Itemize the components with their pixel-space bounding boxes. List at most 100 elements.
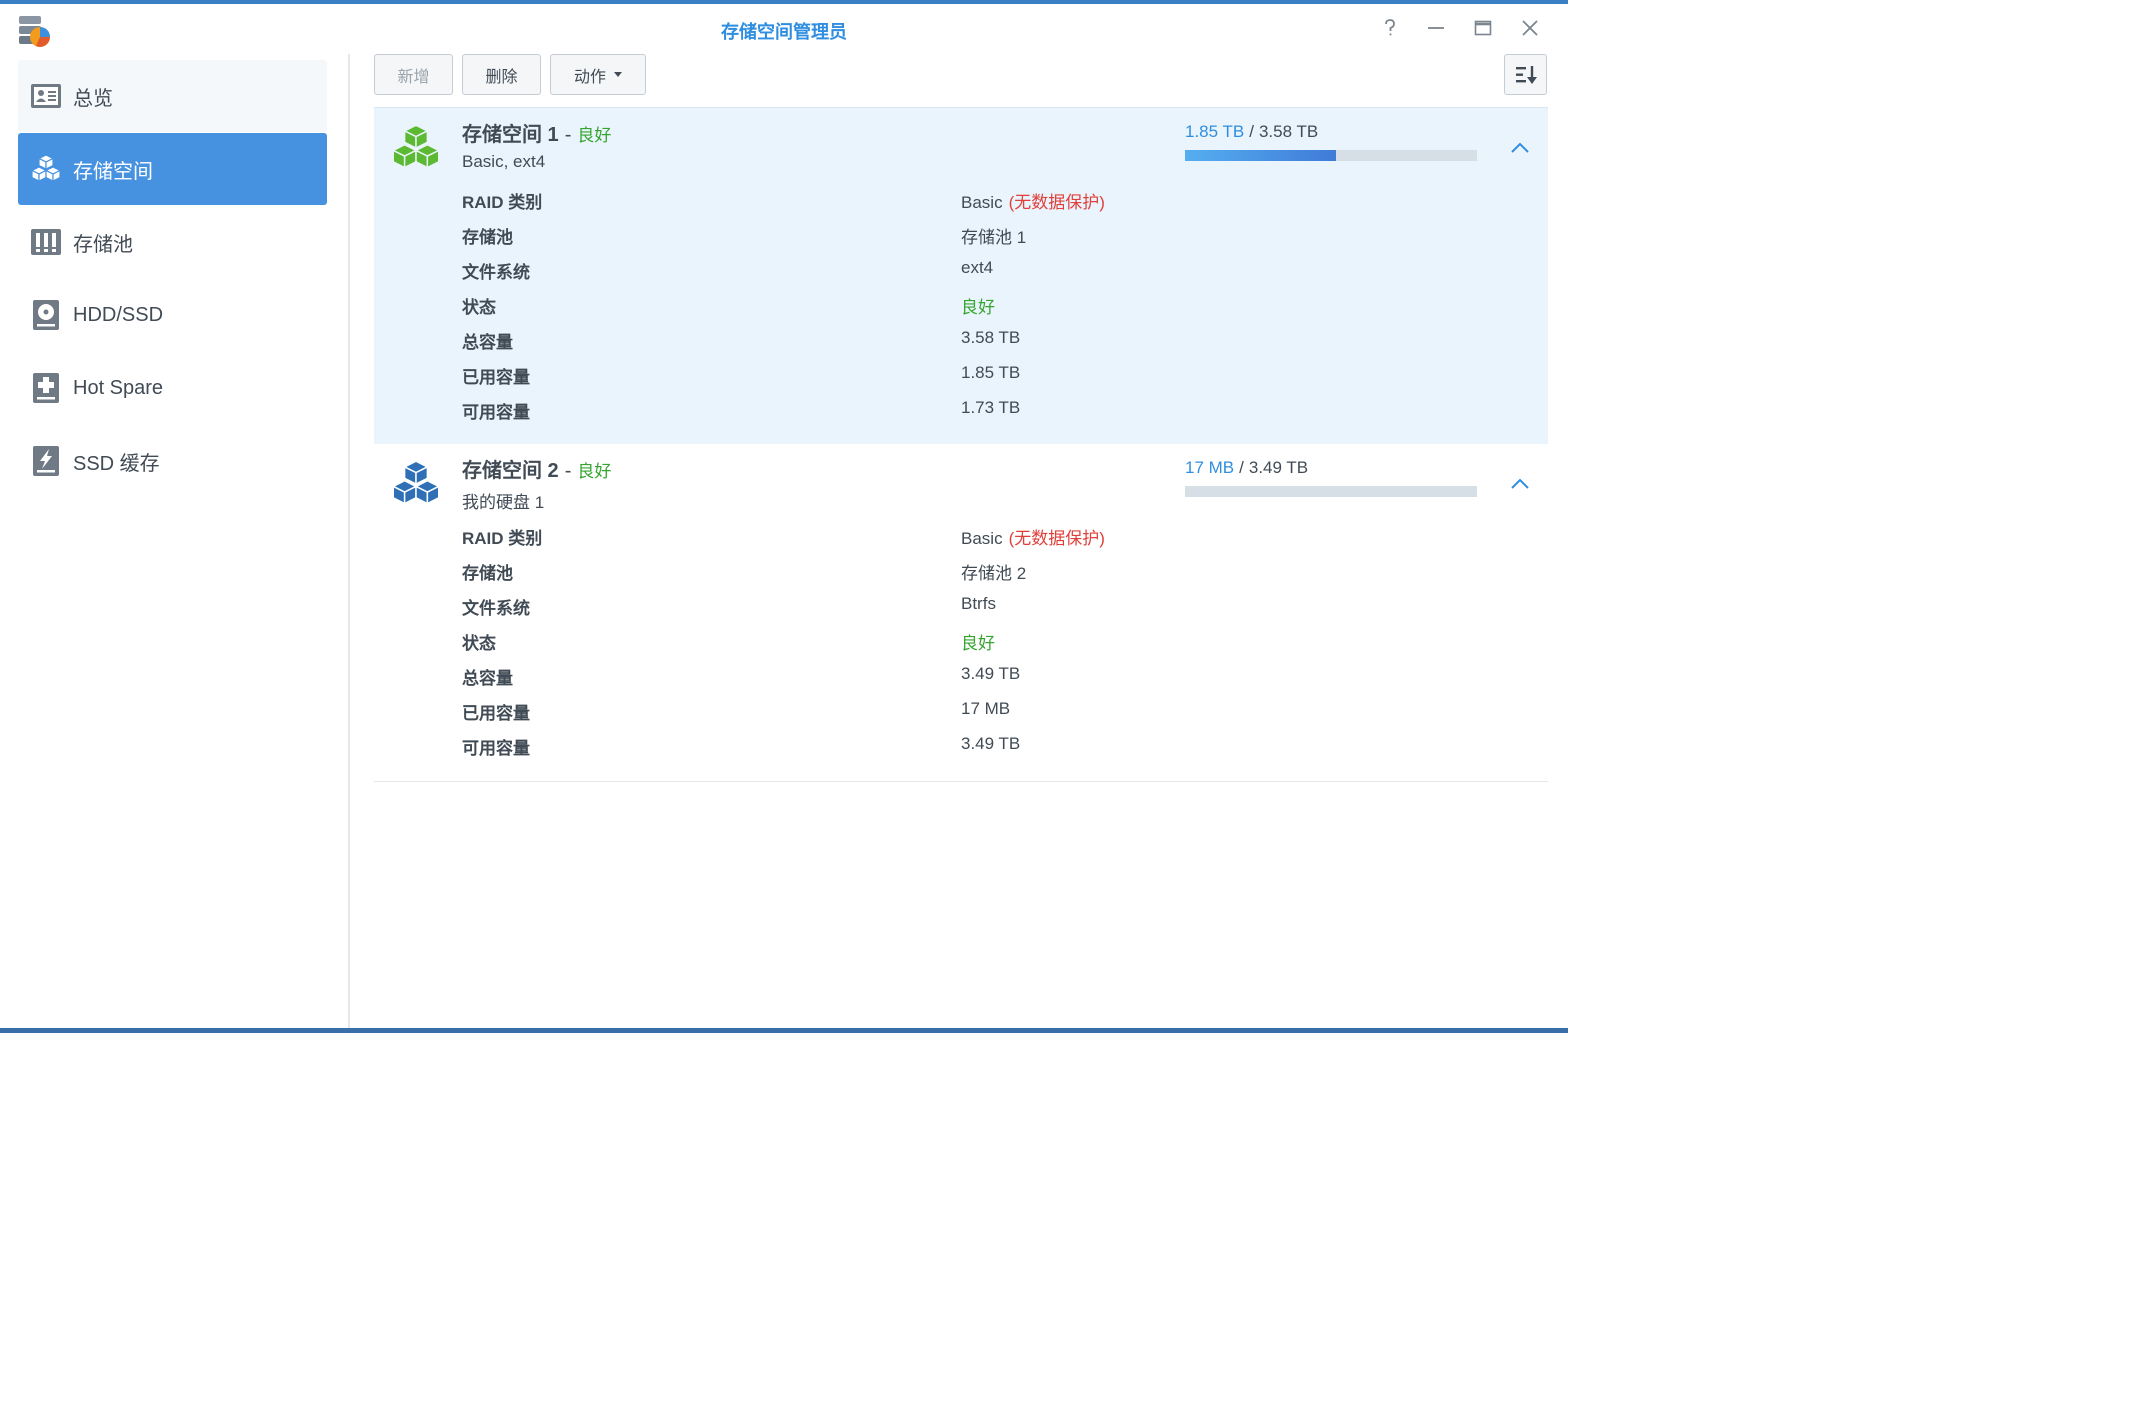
detail-key: RAID 类别 [462,193,543,212]
usage-text: 17 MB/3.49 TB [1185,458,1308,478]
usage-text: 1.85 TB/3.58 TB [1185,122,1318,142]
detail-value: 1.85 TB [961,363,1021,382]
volume-icon [391,124,441,169]
detail-row: 可用容量 1.73 TB [462,396,1362,431]
detail-value: Basic (无数据保护) [961,188,1105,213]
minimize-icon [1428,27,1444,29]
raid-type: Basic [961,529,1003,548]
maximize-icon [1474,20,1492,36]
usage-bar [1185,150,1477,161]
volume-icon [30,154,62,182]
raid-warning: (无数据保护) [1008,529,1105,548]
used-capacity: 17 MB [1185,458,1235,477]
detail-row: RAID 类别 Basic (无数据保护) [462,522,1362,557]
total-capacity: 3.58 TB [1258,122,1319,141]
sidebar-item-volume[interactable]: 存储空间 [18,133,327,205]
volume-status: 良好 [577,462,612,481]
sidebar-item-overview[interactable]: 总览 [18,60,327,132]
volume-description: 我的硬盘 1 [462,493,545,512]
sidebar-item-label: 存储池 [73,233,133,256]
detail-row: 状态 良好 [462,627,1362,662]
detail-key: 总容量 [462,333,513,352]
volume-separator: - [564,460,572,482]
minimize-button[interactable] [1424,16,1448,40]
window-title: 存储空间管理员 [721,22,847,42]
sidebar-item-hdd-ssd[interactable]: HDD/SSD [18,279,327,351]
help-button[interactable] [1378,16,1402,40]
sidebar-item-hot-spare[interactable]: Hot Spare [18,352,327,424]
detail-value: 存储池 1 [961,228,1027,247]
sidebar-item-label: Hot Spare [73,376,164,399]
detail-value: ext4 [961,258,994,277]
ssd-cache-icon [33,446,59,476]
sidebar-item-label: 总览 [73,87,113,110]
sort-button[interactable] [1504,54,1547,95]
detail-key: 存储池 [462,564,513,583]
storage-pool-icon [31,229,61,255]
close-icon [1522,20,1538,36]
help-icon [1385,19,1395,36]
detail-row: 可用容量 3.49 TB [462,732,1362,767]
detail-row: 文件系统 ext4 [462,256,1362,291]
detail-row: RAID 类别 Basic (无数据保护) [462,186,1362,221]
sidebar-item-label: SSD 缓存 [73,452,160,475]
detail-value: 1.73 TB [961,398,1021,417]
volume-status: 良好 [577,126,612,145]
detail-key: 文件系统 [462,263,530,282]
detail-key: 可用容量 [462,739,530,758]
volume-name: 存储空间 2 [462,460,559,482]
sidebar-item-ssd-cache[interactable]: SSD 缓存 [18,425,327,497]
detail-key: 状态 [462,298,496,317]
detail-row: 文件系统 Btrfs [462,592,1362,627]
detail-row: 总容量 3.58 TB [462,326,1362,361]
detail-key: RAID 类别 [462,529,543,548]
volume-detail-list: RAID 类别 Basic (无数据保护) 存储池 存储池 2 文件系统 Btrf… [462,522,1362,767]
caret-down-icon [614,72,622,77]
raid-warning: (无数据保护) [1008,193,1105,212]
detail-value: 良好 [961,293,995,318]
chevron-up-icon[interactable] [1508,136,1532,160]
volume-icon [391,460,441,505]
action-dropdown-button[interactable]: 动作 [550,54,646,95]
usage-separator: / [1239,458,1244,477]
create-button[interactable]: 新增 [374,54,453,95]
volume-panel[interactable]: 存储空间 1- 良好 Basic, ext4 1.85 TB/3.58 TB RA… [374,107,1548,444]
detail-row: 已用容量 1.85 TB [462,361,1362,396]
detail-key: 已用容量 [462,704,530,723]
window-bottom-edge [0,1028,1568,1033]
status-value: 良好 [961,634,995,653]
detail-row: 状态 良好 [462,291,1362,326]
detail-row: 已用容量 17 MB [462,697,1362,732]
detail-key: 状态 [462,634,496,653]
sidebar-item-label: 存储空间 [73,160,153,183]
usage-bar-fill [1185,150,1336,161]
sidebar: 总览 存储空间 存储池 HDD/SSD Hot Spare SSD 缓存 [0,54,350,1028]
maximize-button[interactable] [1471,16,1495,40]
detail-row: 存储池 存储池 2 [462,557,1362,592]
detail-value: 存储池 2 [961,564,1027,583]
detail-value: Btrfs [961,594,996,613]
detail-key: 文件系统 [462,599,530,618]
detail-key: 可用容量 [462,403,530,422]
volume-detail-list: RAID 类别 Basic (无数据保护) 存储池 存储池 1 文件系统 ext4… [462,186,1362,431]
raid-type: Basic [961,193,1003,212]
sort-descending-icon [1515,65,1537,84]
volume-separator: - [564,124,572,146]
detail-row: 存储池 存储池 1 [462,221,1362,256]
sidebar-item-label: HDD/SSD [73,303,164,326]
used-capacity: 1.85 TB [1185,122,1245,141]
detail-value: 3.58 TB [961,328,1021,347]
volume-panel[interactable]: 存储空间 2- 良好 我的硬盘 1 17 MB/3.49 TB RAID 类别 B… [374,444,1548,782]
detail-value: 17 MB [961,699,1011,718]
detail-value: 3.49 TB [961,664,1021,683]
hot-spare-icon [33,373,59,403]
action-label: 动作 [573,68,606,86]
detail-row: 总容量 3.49 TB [462,662,1362,697]
volume-title: 存储空间 2- 良好 [462,454,611,483]
sidebar-item-storage-pool[interactable]: 存储池 [18,206,327,278]
detail-value: 3.49 TB [961,734,1021,753]
chevron-up-icon[interactable] [1508,472,1532,496]
detail-key: 已用容量 [462,368,530,387]
close-button[interactable] [1518,16,1542,40]
delete-button[interactable]: 删除 [462,54,541,95]
